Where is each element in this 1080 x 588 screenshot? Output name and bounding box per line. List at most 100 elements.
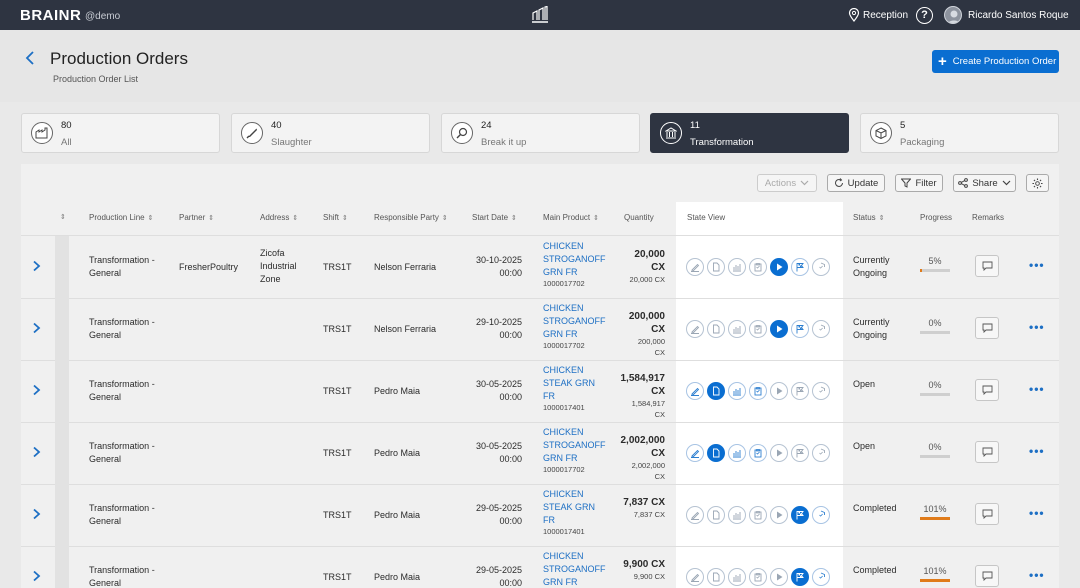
- clipboard-state-icon[interactable]: [749, 506, 767, 524]
- remarks-button[interactable]: [975, 565, 999, 587]
- flag-state-icon[interactable]: [791, 258, 809, 276]
- product-name[interactable]: STROGANOFF: [543, 439, 606, 452]
- product-name[interactable]: GRN FR: [543, 266, 606, 279]
- flag-state-icon[interactable]: [791, 320, 809, 338]
- remarks-button[interactable]: [975, 255, 999, 277]
- play-state-icon[interactable]: [770, 568, 788, 586]
- expand-chevron-icon[interactable]: [31, 508, 41, 520]
- clipboard-state-icon[interactable]: [749, 382, 767, 400]
- flag-state-icon[interactable]: [791, 382, 809, 400]
- play-state-icon[interactable]: [770, 258, 788, 276]
- more-options-icon[interactable]: •••: [1029, 506, 1045, 520]
- main-product-cell[interactable]: CHICKEN STROGANOFF GRN FR: [543, 550, 606, 588]
- chart-state-icon[interactable]: [728, 568, 746, 586]
- expand-chevron-icon[interactable]: [31, 260, 41, 272]
- chart-state-icon[interactable]: [728, 506, 746, 524]
- edit-state-icon[interactable]: [686, 568, 704, 586]
- more-options-icon[interactable]: •••: [1029, 568, 1045, 582]
- avatar[interactable]: [944, 6, 962, 24]
- shield-state-icon[interactable]: [812, 506, 830, 524]
- product-name[interactable]: CHICKEN: [543, 550, 606, 563]
- share-button[interactable]: Share: [953, 174, 1016, 192]
- column-responsible-party[interactable]: Responsible Party ⇕: [374, 213, 448, 222]
- document-state-icon[interactable]: [707, 320, 725, 338]
- more-options-icon[interactable]: •••: [1029, 444, 1045, 458]
- edit-state-icon[interactable]: [686, 320, 704, 338]
- settings-button[interactable]: [1026, 174, 1049, 192]
- clipboard-state-icon[interactable]: [749, 258, 767, 276]
- user-name[interactable]: Ricardo Santos Roque: [968, 10, 1069, 21]
- product-name[interactable]: STEAK GRN: [543, 501, 595, 514]
- column-remarks[interactable]: Remarks: [972, 213, 1004, 222]
- column-start-date[interactable]: Start Date ⇕: [472, 213, 517, 222]
- main-product-cell[interactable]: CHICKEN STROGANOFF GRN FR 1000017702: [543, 302, 606, 350]
- column-status[interactable]: Status ⇕: [853, 213, 885, 222]
- product-name[interactable]: STEAK GRN: [543, 377, 595, 390]
- chart-state-icon[interactable]: [728, 382, 746, 400]
- product-name[interactable]: CHICKEN: [543, 426, 606, 439]
- document-state-icon[interactable]: [707, 506, 725, 524]
- more-options-icon[interactable]: •••: [1029, 382, 1045, 396]
- play-state-icon[interactable]: [770, 320, 788, 338]
- edit-state-icon[interactable]: [686, 382, 704, 400]
- help-icon[interactable]: ?: [916, 7, 933, 24]
- flag-state-icon[interactable]: [791, 568, 809, 586]
- column-state-view[interactable]: State View: [687, 213, 725, 222]
- shield-state-icon[interactable]: [812, 320, 830, 338]
- document-state-icon[interactable]: [707, 444, 725, 462]
- column-shift[interactable]: Shift ⇕: [323, 213, 348, 222]
- edit-state-icon[interactable]: [686, 258, 704, 276]
- document-state-icon[interactable]: [707, 382, 725, 400]
- product-name[interactable]: CHICKEN: [543, 240, 606, 253]
- clipboard-state-icon[interactable]: [749, 320, 767, 338]
- main-product-cell[interactable]: CHICKEN STEAK GRN FR 1000017401: [543, 364, 595, 412]
- flag-state-icon[interactable]: [791, 444, 809, 462]
- back-arrow-icon[interactable]: [24, 50, 38, 66]
- clipboard-state-icon[interactable]: [749, 444, 767, 462]
- product-name[interactable]: FR: [543, 390, 595, 403]
- app-logo[interactable]: BRAINR: [20, 7, 81, 24]
- document-state-icon[interactable]: [707, 258, 725, 276]
- clipboard-state-icon[interactable]: [749, 568, 767, 586]
- play-state-icon[interactable]: [770, 506, 788, 524]
- chart-state-icon[interactable]: [728, 320, 746, 338]
- column-main-product[interactable]: Main Product ⇕: [543, 213, 599, 222]
- remarks-button[interactable]: [975, 317, 999, 339]
- location-pin-icon[interactable]: [848, 8, 860, 22]
- main-product-cell[interactable]: CHICKEN STROGANOFF GRN FR 1000017702: [543, 426, 606, 474]
- tile-slaughter[interactable]: 40 Slaughter: [231, 113, 430, 153]
- more-options-icon[interactable]: •••: [1029, 320, 1045, 334]
- tile-transformation[interactable]: 11 Transformation: [650, 113, 849, 153]
- document-state-icon[interactable]: [707, 568, 725, 586]
- filter-button[interactable]: Filter: [895, 174, 943, 192]
- product-name[interactable]: STROGANOFF: [543, 315, 606, 328]
- actions-button[interactable]: Actions: [757, 174, 817, 192]
- chart-state-icon[interactable]: [728, 444, 746, 462]
- chart-logo-icon[interactable]: [531, 6, 549, 23]
- product-name[interactable]: STROGANOFF: [543, 253, 606, 266]
- tile-packaging[interactable]: 5 Packaging: [860, 113, 1059, 153]
- expand-chevron-icon[interactable]: [31, 570, 41, 582]
- shield-state-icon[interactable]: [812, 382, 830, 400]
- shield-state-icon[interactable]: [812, 444, 830, 462]
- product-name[interactable]: CHICKEN: [543, 488, 595, 501]
- tile-break-it-up[interactable]: 24 Break it up: [441, 113, 640, 153]
- more-options-icon[interactable]: •••: [1029, 258, 1045, 272]
- remarks-button[interactable]: [975, 503, 999, 525]
- remarks-button[interactable]: [975, 379, 999, 401]
- product-name[interactable]: STROGANOFF: [543, 563, 606, 576]
- play-state-icon[interactable]: [770, 444, 788, 462]
- product-name[interactable]: FR: [543, 514, 595, 527]
- update-button[interactable]: Update: [827, 174, 885, 192]
- shield-state-icon[interactable]: [812, 568, 830, 586]
- column-progress[interactable]: Progress: [920, 213, 952, 222]
- edit-state-icon[interactable]: [686, 506, 704, 524]
- tile-all[interactable]: 80 All: [21, 113, 220, 153]
- expand-chevron-icon[interactable]: [31, 384, 41, 396]
- chart-state-icon[interactable]: [728, 258, 746, 276]
- product-name[interactable]: GRN FR: [543, 576, 606, 588]
- product-name[interactable]: CHICKEN: [543, 302, 606, 315]
- main-product-cell[interactable]: CHICKEN STEAK GRN FR 1000017401: [543, 488, 595, 536]
- column-production-line[interactable]: Production Line ⇕: [89, 213, 153, 222]
- flag-state-icon[interactable]: [791, 506, 809, 524]
